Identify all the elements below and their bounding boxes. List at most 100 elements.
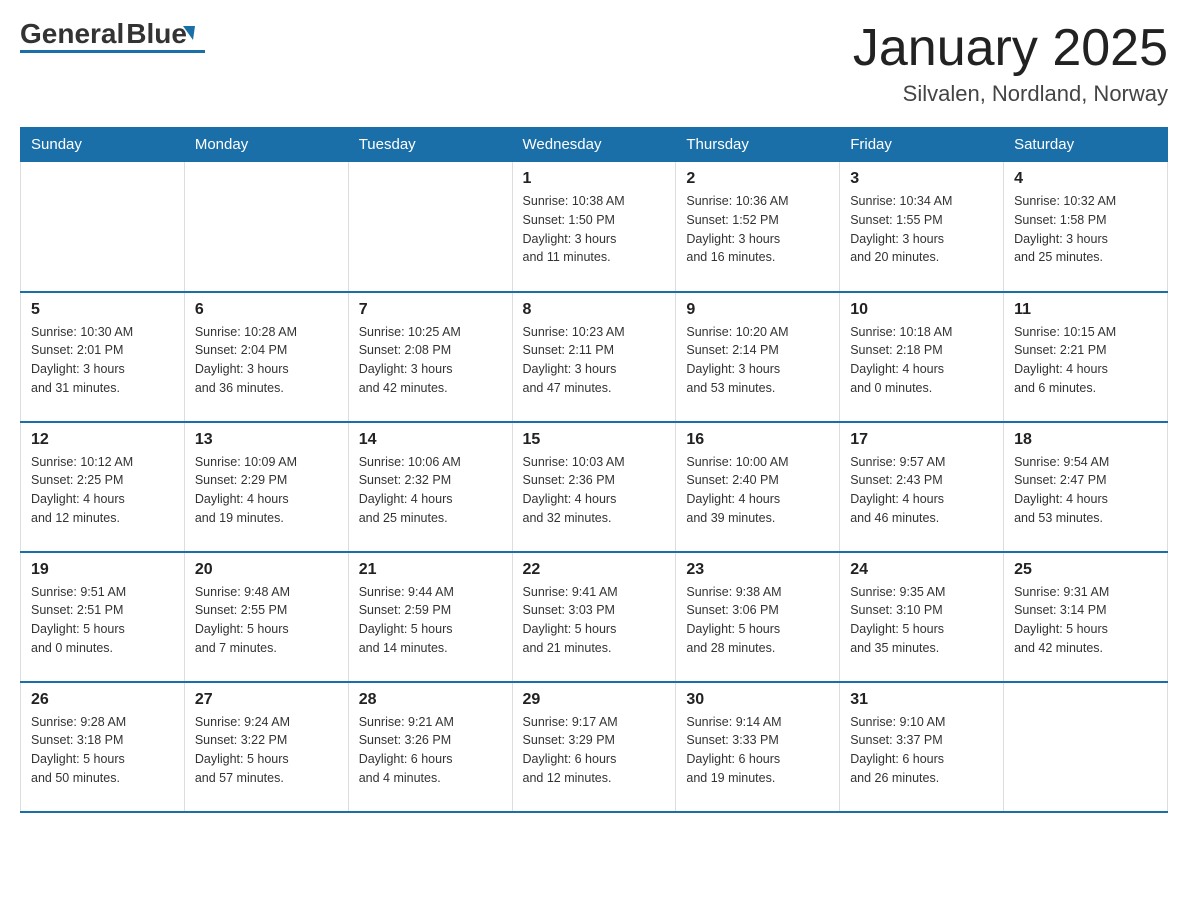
- day-info: Sunrise: 9:24 AM Sunset: 3:22 PM Dayligh…: [195, 713, 338, 788]
- logo-text-blue: Blue: [126, 18, 187, 49]
- day-number: 30: [686, 691, 829, 709]
- day-number: 16: [686, 431, 829, 449]
- day-info: Sunrise: 9:31 AM Sunset: 3:14 PM Dayligh…: [1014, 583, 1157, 658]
- calendar-table: SundayMondayTuesdayWednesdayThursdayFrid…: [20, 127, 1168, 813]
- calendar-week-row: 12 Sunrise: 10:12 AM Sunset: 2:25 PM Dayl…: [21, 422, 1168, 552]
- calendar-cell: [21, 162, 185, 292]
- calendar-cell: 13Sunrise: 10:09 AM Sunset: 2:29 PM Dayl…: [184, 422, 348, 552]
- calendar-cell: 2 Sunrise: 10:36 AM Sunset: 1:52 PM Dayli…: [676, 162, 840, 292]
- day-of-week-header: Wednesday: [512, 128, 676, 162]
- day-info: Sunrise: 10:30 AM Sunset: 2:01 PM Daylig…: [31, 323, 174, 398]
- logo: General Blue: [20, 20, 205, 53]
- day-number: 24: [850, 561, 993, 579]
- day-info: Sunrise: 10:18 AM Sunset: 2:18 PM Daylig…: [850, 323, 993, 398]
- day-info: Sunrise: 9:35 AM Sunset: 3:10 PM Dayligh…: [850, 583, 993, 658]
- calendar-week-row: 1 Sunrise: 10:38 AM Sunset: 1:50 PM Dayli…: [21, 162, 1168, 292]
- day-number: 11: [1014, 301, 1157, 319]
- day-number: 8: [523, 301, 666, 319]
- calendar-cell: 5 Sunrise: 10:30 AM Sunset: 2:01 PM Dayli…: [21, 292, 185, 422]
- day-info: Sunrise: 10:38 AM Sunset: 1:50 PM Daylig…: [523, 192, 666, 267]
- calendar-cell: [348, 162, 512, 292]
- day-info: Sunrise: 9:10 AM Sunset: 3:37 PM Dayligh…: [850, 713, 993, 788]
- day-number: 1: [523, 170, 666, 188]
- day-number: 28: [359, 691, 502, 709]
- day-info: Sunrise: 10:20 AM Sunset: 2:14 PM Daylig…: [686, 323, 829, 398]
- logo-underline: [20, 50, 205, 53]
- day-info: Sunrise: 9:54 AM Sunset: 2:47 PM Dayligh…: [1014, 453, 1157, 528]
- day-number: 21: [359, 561, 502, 579]
- calendar-cell: 16Sunrise: 10:00 AM Sunset: 2:40 PM Dayl…: [676, 422, 840, 552]
- day-info: Sunrise: 9:14 AM Sunset: 3:33 PM Dayligh…: [686, 713, 829, 788]
- day-number: 27: [195, 691, 338, 709]
- day-info: Sunrise: 9:44 AM Sunset: 2:59 PM Dayligh…: [359, 583, 502, 658]
- calendar-cell: 23 Sunrise: 9:38 AM Sunset: 3:06 PM Dayli…: [676, 552, 840, 682]
- day-info: Sunrise: 9:41 AM Sunset: 3:03 PM Dayligh…: [523, 583, 666, 658]
- day-number: 23: [686, 561, 829, 579]
- calendar-cell: 26 Sunrise: 9:28 AM Sunset: 3:18 PM Dayli…: [21, 682, 185, 812]
- day-number: 9: [686, 301, 829, 319]
- day-info: Sunrise: 10:23 AM Sunset: 2:11 PM Daylig…: [523, 323, 666, 398]
- calendar-cell: 12 Sunrise: 10:12 AM Sunset: 2:25 PM Dayl…: [21, 422, 185, 552]
- day-info: Sunrise: 9:17 AM Sunset: 3:29 PM Dayligh…: [523, 713, 666, 788]
- calendar-cell: 18 Sunrise: 9:54 AM Sunset: 2:47 PM Dayli…: [1004, 422, 1168, 552]
- calendar-week-row: 5 Sunrise: 10:30 AM Sunset: 2:01 PM Dayli…: [21, 292, 1168, 422]
- calendar-cell: 4Sunrise: 10:32 AM Sunset: 1:58 PM Dayli…: [1004, 162, 1168, 292]
- day-number: 13: [195, 431, 338, 449]
- header-row: SundayMondayTuesdayWednesdayThursdayFrid…: [21, 128, 1168, 162]
- calendar-cell: 24 Sunrise: 9:35 AM Sunset: 3:10 PM Dayli…: [840, 552, 1004, 682]
- day-number: 15: [523, 431, 666, 449]
- title-block: January 2025 Silvalen, Nordland, Norway: [853, 20, 1168, 107]
- calendar-cell: 10 Sunrise: 10:18 AM Sunset: 2:18 PM Dayl…: [840, 292, 1004, 422]
- day-number: 20: [195, 561, 338, 579]
- day-info: Sunrise: 9:51 AM Sunset: 2:51 PM Dayligh…: [31, 583, 174, 658]
- day-number: 6: [195, 301, 338, 319]
- calendar-week-row: 19Sunrise: 9:51 AM Sunset: 2:51 PM Dayli…: [21, 552, 1168, 682]
- logo-text-general: General: [20, 20, 124, 48]
- calendar-cell: 17 Sunrise: 9:57 AM Sunset: 2:43 PM Dayli…: [840, 422, 1004, 552]
- day-number: 29: [523, 691, 666, 709]
- calendar-cell: 30 Sunrise: 9:14 AM Sunset: 3:33 PM Dayli…: [676, 682, 840, 812]
- day-info: Sunrise: 10:28 AM Sunset: 2:04 PM Daylig…: [195, 323, 338, 398]
- day-number: 5: [31, 301, 174, 319]
- day-number: 10: [850, 301, 993, 319]
- day-number: 26: [31, 691, 174, 709]
- day-info: Sunrise: 10:12 AM Sunset: 2:25 PM Daylig…: [31, 453, 174, 528]
- calendar-cell: 21 Sunrise: 9:44 AM Sunset: 2:59 PM Dayli…: [348, 552, 512, 682]
- day-info: Sunrise: 10:36 AM Sunset: 1:52 PM Daylig…: [686, 192, 829, 267]
- calendar-cell: 22 Sunrise: 9:41 AM Sunset: 3:03 PM Dayli…: [512, 552, 676, 682]
- day-number: 2: [686, 170, 829, 188]
- calendar-cell: 1 Sunrise: 10:38 AM Sunset: 1:50 PM Dayli…: [512, 162, 676, 292]
- calendar-cell: 29 Sunrise: 9:17 AM Sunset: 3:29 PM Dayli…: [512, 682, 676, 812]
- calendar-week-row: 26 Sunrise: 9:28 AM Sunset: 3:18 PM Dayli…: [21, 682, 1168, 812]
- day-number: 22: [523, 561, 666, 579]
- calendar-cell: 8 Sunrise: 10:23 AM Sunset: 2:11 PM Dayli…: [512, 292, 676, 422]
- day-number: 17: [850, 431, 993, 449]
- calendar-cell: 31 Sunrise: 9:10 AM Sunset: 3:37 PM Dayli…: [840, 682, 1004, 812]
- day-number: 3: [850, 170, 993, 188]
- day-info: Sunrise: 10:03 AM Sunset: 2:36 PM Daylig…: [523, 453, 666, 528]
- day-number: 14: [359, 431, 502, 449]
- calendar-cell: 27 Sunrise: 9:24 AM Sunset: 3:22 PM Dayli…: [184, 682, 348, 812]
- calendar-cell: 6 Sunrise: 10:28 AM Sunset: 2:04 PM Dayli…: [184, 292, 348, 422]
- calendar-cell: 3Sunrise: 10:34 AM Sunset: 1:55 PM Dayli…: [840, 162, 1004, 292]
- calendar-cell: 15 Sunrise: 10:03 AM Sunset: 2:36 PM Dayl…: [512, 422, 676, 552]
- month-title: January 2025: [853, 20, 1168, 77]
- day-number: 18: [1014, 431, 1157, 449]
- day-info: Sunrise: 9:28 AM Sunset: 3:18 PM Dayligh…: [31, 713, 174, 788]
- calendar-cell: 11Sunrise: 10:15 AM Sunset: 2:21 PM Dayl…: [1004, 292, 1168, 422]
- calendar-cell: 7 Sunrise: 10:25 AM Sunset: 2:08 PM Dayli…: [348, 292, 512, 422]
- logo-arrow-icon: [183, 26, 195, 40]
- day-number: 25: [1014, 561, 1157, 579]
- day-info: Sunrise: 10:25 AM Sunset: 2:08 PM Daylig…: [359, 323, 502, 398]
- day-number: 31: [850, 691, 993, 709]
- day-info: Sunrise: 9:48 AM Sunset: 2:55 PM Dayligh…: [195, 583, 338, 658]
- location: Silvalen, Nordland, Norway: [853, 81, 1168, 107]
- day-info: Sunrise: 9:38 AM Sunset: 3:06 PM Dayligh…: [686, 583, 829, 658]
- day-of-week-header: Saturday: [1004, 128, 1168, 162]
- day-of-week-header: Tuesday: [348, 128, 512, 162]
- day-number: 7: [359, 301, 502, 319]
- calendar-cell: 14Sunrise: 10:06 AM Sunset: 2:32 PM Dayl…: [348, 422, 512, 552]
- day-number: 12: [31, 431, 174, 449]
- day-info: Sunrise: 9:57 AM Sunset: 2:43 PM Dayligh…: [850, 453, 993, 528]
- day-of-week-header: Thursday: [676, 128, 840, 162]
